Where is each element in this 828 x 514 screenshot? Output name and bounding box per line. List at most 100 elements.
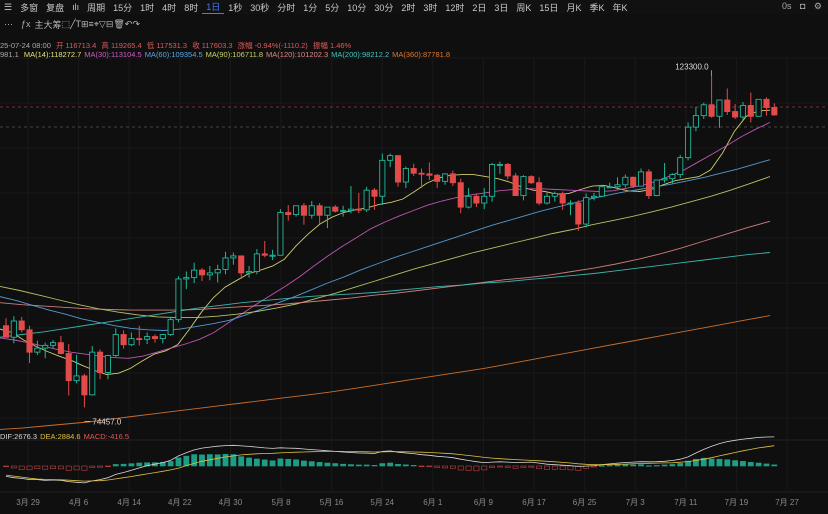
ohlc-high: 高 119265.4 [101,41,142,50]
macd-bar [332,463,339,467]
macd-bar [489,465,495,468]
candle-body [65,353,72,382]
period-1d[interactable]: 1日 [202,0,225,14]
candle-body [418,172,425,175]
candle-body [504,163,511,177]
candle-body [128,338,135,346]
candle-body [402,168,409,183]
period-10m[interactable]: 10分 [343,1,370,14]
macd-bar [536,465,543,470]
candle-body [191,269,198,279]
macd-bar [528,465,535,468]
candle-body [700,104,707,117]
period-2h[interactable]: 2时 [397,1,419,14]
period-30m[interactable]: 30分 [370,1,397,14]
candle-body [332,206,339,212]
candle-body [543,195,551,204]
candle-body [2,325,10,338]
macd-bar [183,455,190,467]
indicator-big[interactable]: 大 [44,18,53,31]
x-tick-label: 5月 24 [370,498,394,507]
ohlc-change: 涨幅 -0.94%(-1110.2) [237,41,308,50]
period-timeshare[interactable]: 分时 [273,1,299,14]
candle-body [692,115,699,128]
macd-bar [238,456,245,467]
period-30s[interactable]: 30秒 [246,1,273,14]
period-month[interactable]: 月K [562,1,585,14]
menu-icon[interactable]: ☰ [0,2,16,13]
candle-body [10,320,17,338]
period-5m[interactable]: 5分 [321,1,343,14]
macd-bar [559,465,566,470]
chart-type-icon[interactable]: ılı [68,2,83,12]
x-tick-label: 5月 8 [271,498,291,507]
fx-icon[interactable]: ƒx [17,19,35,29]
macd-bar [214,454,221,467]
candle-body [97,351,104,373]
ma-legend-item: MA(14):118272.7 [23,50,82,59]
period-year[interactable]: 年K [608,1,631,14]
period-1h[interactable]: 1时 [136,1,158,14]
ma-legend-item: MA(200):98212.2 [331,50,390,59]
period-1s[interactable]: 1秒 [224,1,246,14]
filter-icon[interactable]: ▽ [99,19,106,30]
macd-bar [199,454,205,467]
period-12h[interactable]: 12时 [441,1,468,14]
macd-bar [81,465,88,471]
macd-bar [57,465,64,470]
candle-body [340,210,347,212]
draw-icon[interactable]: ⬚ [62,19,71,30]
period-quarter[interactable]: 季K [585,1,608,14]
period-2d[interactable]: 2日 [468,1,490,14]
macd-bar [3,465,9,467]
period-15d[interactable]: 15日 [535,1,562,14]
macd-bar [661,464,668,467]
period-label[interactable]: 周期 [83,1,109,14]
candle-body [144,336,151,340]
replay-button[interactable]: 复盘 [42,1,68,14]
macd-bar [473,465,480,472]
candle-body [73,375,80,382]
macd-bar [614,464,621,467]
period-3h[interactable]: 3时 [419,1,441,14]
delete-icon[interactable]: 🗑 [113,19,124,30]
macd-bar [544,465,550,470]
indicator-chips[interactable]: 筹 [53,18,62,31]
period-8h[interactable]: 8时 [180,1,202,14]
period-3d[interactable]: 3日 [490,1,512,14]
macd-bar [418,465,425,467]
macd-bar [457,465,464,471]
x-tick-label: 4月 22 [168,498,192,507]
macd-bar [277,458,284,467]
candle-body [49,342,57,346]
indicator-main[interactable]: 主 [35,18,44,31]
camera-icon[interactable]: ◘ [800,1,805,11]
candle-body [536,182,543,204]
layout-icon[interactable]: ⊟ [106,19,114,30]
macd-bar [340,463,347,467]
redo-icon[interactable]: ↷ [132,19,140,30]
multi-window-button[interactable]: 多窗 [16,1,42,14]
settings-icon[interactable]: ⚙ [814,1,822,11]
candle-body [167,319,174,335]
measure-icon[interactable]: ⊞ [81,19,89,30]
candle-body [222,257,229,270]
ohlc-close: 收 117603.3 [192,41,233,50]
candle-body [316,205,323,216]
candle-body [300,205,307,216]
candle-body [661,178,668,181]
period-1m[interactable]: 1分 [299,1,321,14]
macd-bar [645,465,652,467]
undo-icon[interactable]: ↶ [125,19,133,30]
top-toolbar: ☰ 多窗 复盘 ılı 周期 15分 1时 4时 8时 1日 1秒 30秒 分时… [0,0,828,14]
macd-bar [120,463,127,467]
macd-bar [285,458,292,467]
more-icon[interactable]: ⋯ [0,19,17,30]
period-week[interactable]: 周K [512,1,535,14]
period-4h[interactable]: 4时 [158,1,180,14]
period-15m[interactable]: 15分 [109,1,136,14]
candle-body [747,104,754,117]
candle-body [653,179,660,197]
macd-bar [497,465,503,468]
x-tick-label: 7月 19 [725,498,749,507]
